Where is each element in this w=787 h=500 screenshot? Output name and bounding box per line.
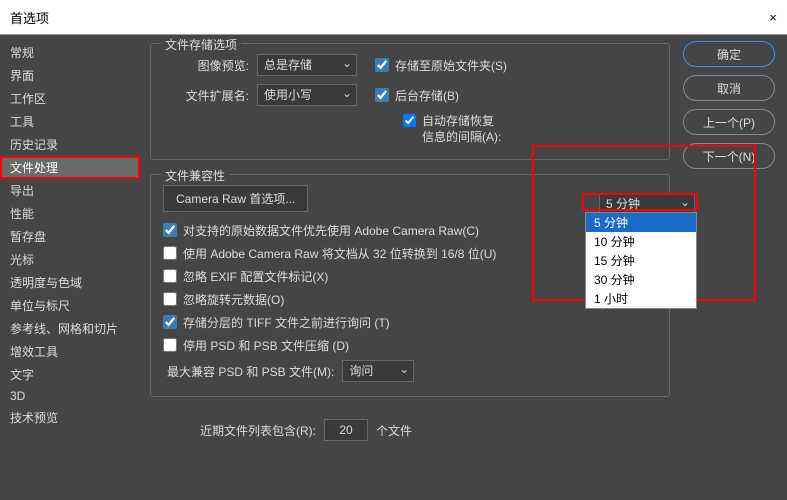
compat-legend: 文件兼容性	[161, 167, 229, 184]
interval-option-15min[interactable]: 15 分钟	[586, 251, 696, 270]
camera-raw-button[interactable]: Camera Raw 首选项...	[163, 185, 308, 212]
compat-chk1[interactable]	[163, 223, 177, 237]
auto-save-label: 自动存储恢复 信息的间隔(A):	[422, 114, 501, 145]
cancel-button[interactable]: 取消	[683, 75, 775, 101]
sidebar-item-guides[interactable]: 参考线、网格和切片	[0, 317, 140, 340]
sidebar-item-file-handling[interactable]: 文件处理	[0, 156, 140, 179]
compat-chk2[interactable]	[163, 246, 177, 260]
compat-chk3[interactable]	[163, 269, 177, 283]
sidebar-item-workspace[interactable]: 工作区	[0, 87, 140, 110]
sidebar-item-scratch[interactable]: 暂存盘	[0, 225, 140, 248]
dialog-buttons: 确定 取消 上一个(P) 下一个(N)	[683, 41, 775, 169]
interval-option-10min[interactable]: 10 分钟	[586, 232, 696, 251]
maxcompat-label: 最大兼容 PSD 和 PSB 文件(M):	[167, 363, 334, 380]
maxcompat-select[interactable]: 询问	[342, 360, 414, 382]
sidebar-item-3d[interactable]: 3D	[0, 386, 140, 406]
bg-save-label: 后台存储(B)	[395, 87, 459, 104]
interval-option-30min[interactable]: 30 分钟	[586, 270, 696, 289]
sidebar: 常规 界面 工作区 工具 历史记录 文件处理 导出 性能 暂存盘 光标 透明度与…	[0, 35, 140, 500]
compat-chk6[interactable]	[163, 338, 177, 352]
sidebar-item-tech-preview[interactable]: 技术预览	[0, 406, 140, 429]
compat-chk5[interactable]	[163, 315, 177, 329]
ext-label: 文件扩展名:	[163, 87, 249, 104]
interval-option-1hr[interactable]: 1 小时	[586, 289, 696, 308]
bg-save-checkbox[interactable]	[375, 88, 389, 102]
interval-dropdown[interactable]: 5 分钟 10 分钟 15 分钟 30 分钟 1 小时	[585, 212, 697, 309]
preview-label: 图像预览:	[163, 57, 249, 74]
main: 常规 界面 工作区 工具 历史记录 文件处理 导出 性能 暂存盘 光标 透明度与…	[0, 35, 787, 500]
window-title: 首选项	[10, 8, 49, 27]
content: 确定 取消 上一个(P) 下一个(N) 文件存储选项 图像预览: 总是存储 存储…	[140, 35, 787, 500]
close-icon[interactable]: ×	[769, 10, 777, 25]
titlebar: 首选项 ×	[0, 0, 787, 35]
auto-save-checkbox[interactable]	[403, 114, 416, 127]
ok-button[interactable]: 确定	[683, 41, 775, 67]
recent-input[interactable]	[324, 419, 368, 441]
recent-label: 近期文件列表包含(R):	[200, 422, 316, 439]
save-orig-checkbox[interactable]	[375, 58, 389, 72]
compat-chk4[interactable]	[163, 292, 177, 306]
sidebar-item-cursor[interactable]: 光标	[0, 248, 140, 271]
ext-select[interactable]: 使用小写	[257, 84, 357, 106]
preview-select[interactable]: 总是存储	[257, 54, 357, 76]
file-storage-fieldset: 文件存储选项 图像预览: 总是存储 存储至原始文件夹(S) 文件扩展名: 使用小…	[150, 43, 670, 160]
sidebar-item-export[interactable]: 导出	[0, 179, 140, 202]
sidebar-item-units[interactable]: 单位与标尺	[0, 294, 140, 317]
sidebar-item-history[interactable]: 历史记录	[0, 133, 140, 156]
sidebar-item-general[interactable]: 常规	[0, 41, 140, 64]
sidebar-item-performance[interactable]: 性能	[0, 202, 140, 225]
interval-option-5min[interactable]: 5 分钟	[586, 213, 696, 232]
save-orig-label: 存储至原始文件夹(S)	[395, 57, 507, 74]
next-button[interactable]: 下一个(N)	[683, 143, 775, 169]
sidebar-item-plugins[interactable]: 增效工具	[0, 340, 140, 363]
sidebar-item-type[interactable]: 文字	[0, 363, 140, 386]
sidebar-item-tools[interactable]: 工具	[0, 110, 140, 133]
recent-suffix: 个文件	[376, 422, 412, 439]
storage-legend: 文件存储选项	[161, 36, 241, 53]
sidebar-item-transparency[interactable]: 透明度与色域	[0, 271, 140, 294]
sidebar-item-interface[interactable]: 界面	[0, 64, 140, 87]
prev-button[interactable]: 上一个(P)	[683, 109, 775, 135]
